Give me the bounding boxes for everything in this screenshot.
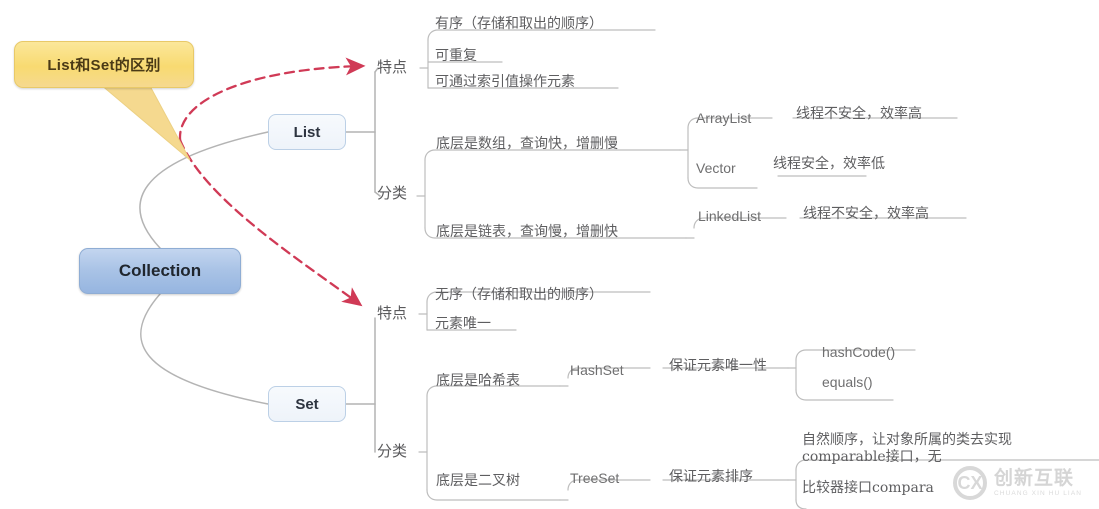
root-node-collection[interactable]: Collection: [79, 248, 241, 294]
callout-tail: [98, 83, 191, 161]
watermark-cn: 创新互联: [994, 467, 1075, 489]
list-class-arraylist[interactable]: ArrayList: [696, 110, 751, 126]
set-hashset-leaf-equals[interactable]: equals(): [822, 374, 873, 390]
set-fenlei-item-2[interactable]: 底层是二叉树: [436, 470, 520, 490]
branch-label-list: List: [293, 123, 321, 141]
group-label-set-tedian[interactable]: 特点: [377, 302, 407, 323]
callout-node[interactable]: List和Set的区别: [14, 41, 194, 88]
watermark-logo-icon: CX: [953, 466, 987, 500]
set-tedian-item-1[interactable]: 无序（存储和取出的顺序）: [435, 284, 603, 304]
list-class-linkedlist[interactable]: LinkedList: [698, 208, 761, 224]
group-label-list-tedian[interactable]: 特点: [377, 56, 407, 77]
list-tedian-item-3[interactable]: 可通过索引值操作元素: [435, 71, 575, 91]
root-label: Collection: [118, 261, 202, 280]
list-class-vector-note[interactable]: 线程安全，效率低: [773, 153, 885, 173]
edge-root-set: [139, 293, 269, 405]
set-tedian-item-2[interactable]: 元素唯一: [435, 313, 491, 333]
underline-equals: [795, 389, 894, 401]
set-class-treeset-note[interactable]: 保证元素排序: [669, 466, 753, 486]
mindmap-canvas: List和Set的区别 Collection List Set 特点 有序（存储…: [0, 0, 1099, 509]
list-tedian-item-1[interactable]: 有序（存储和取出的顺序）: [435, 13, 603, 33]
underline-vector: [687, 177, 758, 189]
set-class-hashset-note[interactable]: 保证元素唯一性: [669, 355, 767, 375]
list-class-vector[interactable]: Vector: [696, 160, 736, 176]
list-class-linkedlist-note[interactable]: 线程不安全，效率高: [803, 203, 929, 223]
watermark-en: CHUANG XIN HU LIAN: [994, 489, 1083, 497]
branch-node-list[interactable]: List: [268, 114, 346, 150]
watermark-text: 创新互联 CHUANG XIN HU LIAN: [994, 469, 1082, 498]
list-class-arraylist-note[interactable]: 线程不安全，效率高: [796, 103, 922, 123]
branch-node-set[interactable]: Set: [268, 386, 346, 422]
set-class-hashset[interactable]: HashSet: [570, 362, 624, 378]
set-fenlei-item-1[interactable]: 底层是哈希表: [436, 370, 520, 390]
set-treeset-leaf-comparator[interactable]: 比较器接口compara: [802, 477, 934, 497]
list-fenlei-item-1[interactable]: 底层是数组，查询快，增删慢: [436, 133, 618, 153]
list-fenlei-item-2[interactable]: 底层是链表，查询慢，增删快: [436, 221, 618, 241]
callout-label: List和Set的区别: [47, 57, 161, 74]
edge-root-list: [139, 131, 269, 249]
branch-label-set: Set: [295, 395, 319, 413]
group-label-list-fenlei[interactable]: 分类: [377, 182, 407, 203]
list-tedian-item-2[interactable]: 可重复: [435, 45, 477, 65]
watermark: CX 创新互联 CHUANG XIN HU LIAN: [953, 457, 1099, 509]
underline-s-f-2: [426, 489, 561, 501]
set-class-treeset[interactable]: TreeSet: [570, 470, 619, 486]
underline-comparator: [795, 499, 807, 509]
set-hashset-leaf-hashcode[interactable]: hashCode(): [822, 344, 895, 360]
group-label-set-fenlei[interactable]: 分类: [377, 440, 407, 461]
